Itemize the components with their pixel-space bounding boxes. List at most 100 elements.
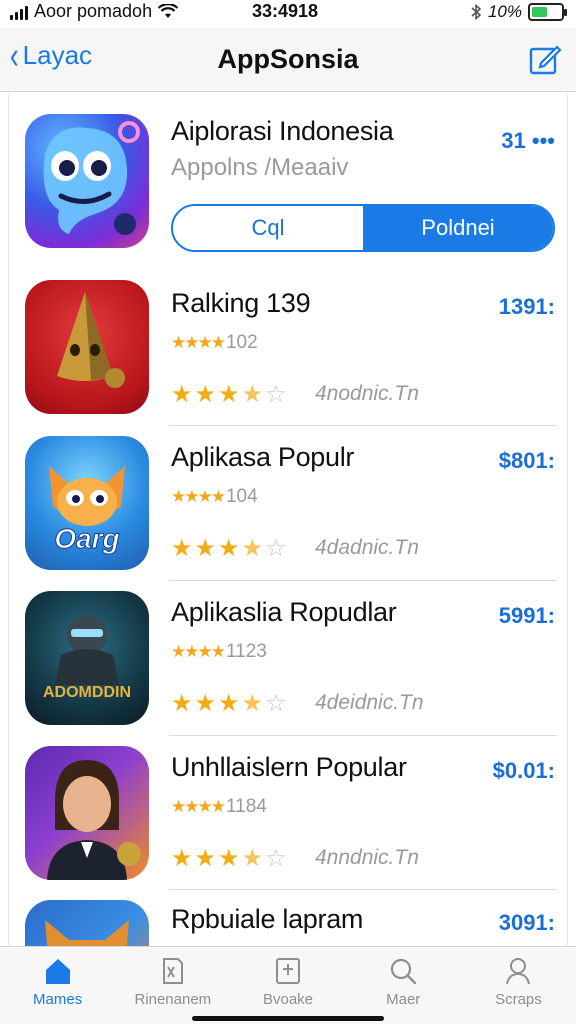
rating-count-label: 1123 [225,641,267,662]
box-icon [276,958,300,984]
half-star-icon: ★ [241,845,264,872]
rating-count: ★★★★ 102 [171,332,258,354]
empty-star-icon: ☆ [265,381,287,408]
fox-character-icon: Oarg [49,466,125,555]
half-star-icon: ★ [241,381,264,408]
app-price[interactable]: 3091: [499,910,555,936]
app-icon-text: ADOMDDIN [43,684,131,701]
app-icon[interactable] [25,746,149,880]
app-name: Aplikasa Populr [171,442,355,472]
tab-profile[interactable]: Scraps [461,947,576,1024]
rating-count: ★★★★ 1184 [171,796,267,818]
segment-option-1[interactable]: Cql [173,206,363,250]
half-star-icon: ★ [241,690,264,717]
empty-star-icon: ☆ [265,535,287,562]
list-item[interactable]: Ralking 139 1391: ★★★★ 102 ★ ★ ★ ★ ☆ 4no… [9,270,567,426]
star-icon: ★ [194,690,217,717]
rating-count-label: 102 [225,332,258,353]
star-icon: ★ [194,535,217,562]
status-time: 33:4918 [252,1,319,21]
home-indicator [192,1016,384,1021]
featured-app-icon[interactable] [25,114,149,248]
rating-count: ★★★★ 104 [171,486,258,508]
app-meta: 4nndnic.Tn [315,846,419,869]
half-star-icon: ★ [241,535,264,562]
app-subtitle: Appolns /Meaaiv [171,154,349,181]
ninja-character-icon: ADOMDDIN [43,615,131,701]
wifi-icon [158,3,179,18]
app-icon[interactable]: ADOMDDIN [25,591,149,725]
battery-fill [532,7,548,17]
battery-percent: 10% [487,2,522,21]
tab-label: Rinenanem [134,991,212,1008]
rating-count-label: 1184 [225,796,267,817]
status-bar: Aoor pomadoh 33:4918 10% [0,0,576,26]
small-star-icons: ★★★★ [171,642,226,661]
list-item[interactable]: Oarg Aplikasa Populr $801: ★★★★ 104 ★ ★ … [9,426,567,581]
compose-icon[interactable] [528,42,562,76]
person-icon [506,958,531,985]
list-item[interactable]: Unhllaislern Popular $0.01: ★★★★ 1184 ★ … [9,736,567,890]
book-icon [162,958,183,984]
star-icon: ★ [171,535,193,562]
empty-star-icon: ☆ [265,845,287,872]
app-name: Ralking 139 [171,288,311,318]
star-rating: ★ ★ ★ ★ ☆ [171,534,287,563]
battery-icon [528,3,567,21]
app-price[interactable]: $801: [499,448,555,474]
app-price[interactable]: 5991: [499,603,555,629]
featured-app-row[interactable]: Aiplorasi Indonesia Appolns /Meaaiv 31 •… [9,94,567,262]
app-name: Unhllaislern Popular [171,752,407,782]
tab-bar: Mames Rinenanem Bvoake Maer Scraps [0,946,576,1024]
blob-monster-icon [43,121,140,235]
star-icon: ★ [194,381,217,408]
segment-option-2[interactable]: Poldnei [363,206,553,250]
list-item[interactable]: Rpbuiale lapram 3091: [9,890,567,946]
app-price[interactable]: 31 ••• [501,128,555,154]
navigation-bar: ‹ Layac AppSonsia [0,28,576,92]
app-name: Rpbuiale lapram [171,904,364,934]
person-portrait-icon [47,760,141,880]
segmented-control: Cql Poldnei [171,204,555,252]
app-icon[interactable]: Oarg [25,436,149,570]
tab-label: Maer [386,991,421,1008]
search-icon [391,958,417,985]
small-star-icons: ★★★★ [171,797,226,816]
tab-library[interactable]: Rinenanem [115,947,230,1024]
tab-box[interactable]: Bvoake [230,947,345,1024]
star-icon: ★ [194,845,217,872]
app-list: Aiplorasi Indonesia Appolns /Meaaiv 31 •… [8,94,568,946]
app-meta: 4nodnic.Tn [315,382,419,405]
app-icon[interactable] [25,900,149,946]
cat-character-icon [45,920,129,946]
carrier-label: Aoor pomadoh [34,1,153,21]
star-icon: ★ [218,381,240,408]
small-star-icons: ★★★★ [171,487,226,506]
star-icon: ★ [171,845,193,872]
app-price[interactable]: 1391: [499,294,555,320]
app-icon-text: Oarg [54,523,119,554]
tab-search[interactable]: Maer [346,947,461,1024]
tab-label: Bvoake [262,991,314,1008]
rating-count: ★★★★ 1123 [171,641,267,663]
star-icon: ★ [171,690,193,717]
small-star-icons: ★★★★ [171,333,226,352]
rating-count-label: 104 [225,486,258,507]
app-price[interactable]: $0.01: [493,758,555,784]
tab-home[interactable]: Mames [0,947,115,1024]
page-title: AppSonsia [217,44,359,74]
star-icon: ★ [218,845,240,872]
list-item[interactable]: ADOMDDIN Aplikaslia Ropudlar 5991: ★★★★ … [9,581,567,736]
app-meta: 4dadnic.Tn [315,536,419,559]
app-meta: 4deidnic.Tn [315,691,424,714]
star-icon: ★ [171,381,193,408]
star-rating: ★ ★ ★ ★ ☆ [171,844,287,873]
star-rating: ★ ★ ★ ★ ☆ [171,380,287,409]
tab-label: Mames [33,991,83,1008]
status-right: 10% [470,2,567,22]
signal-icon [10,4,28,20]
app-icon[interactable] [25,280,149,414]
bluetooth-icon [471,3,482,21]
home-icon [45,959,70,984]
tab-label: Scraps [495,991,542,1008]
